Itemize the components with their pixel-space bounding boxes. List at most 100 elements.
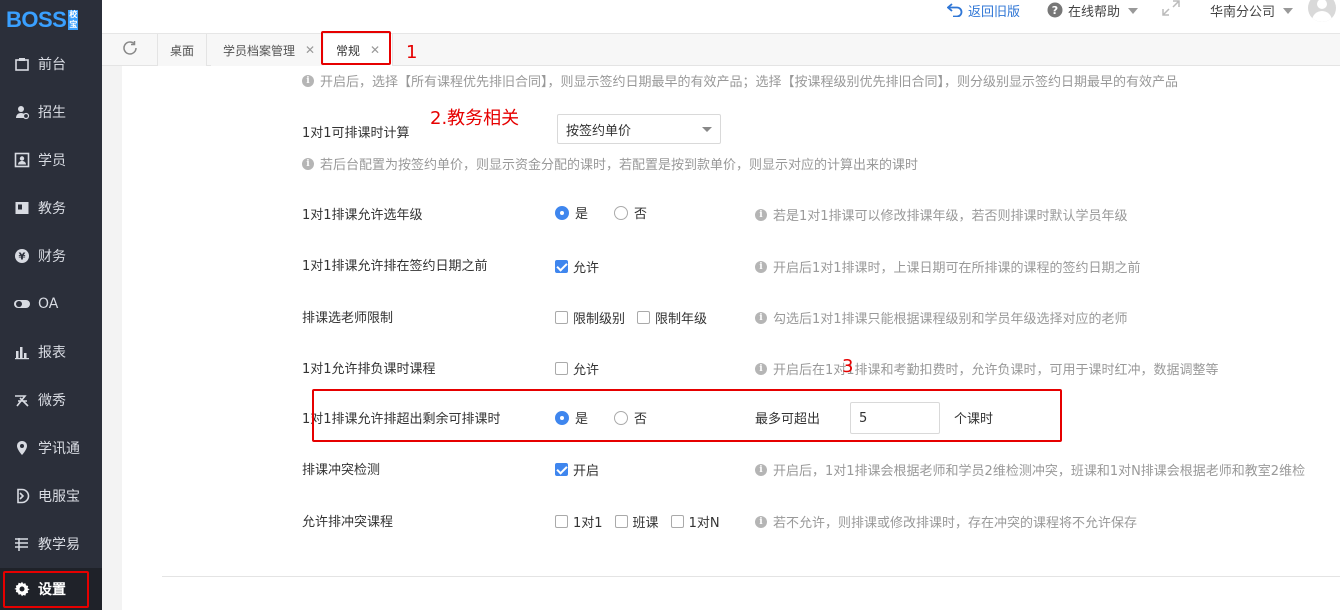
sidebar-item-label: 微秀 [38,393,66,409]
limit-grade-checkbox[interactable]: 限制年级 [637,308,707,327]
limit-level-checkbox[interactable]: 限制级别 [555,308,625,327]
select-value: 按签约单价 [566,123,632,139]
sidebar-item-enroll[interactable]: 招生 [0,88,102,136]
calc-select[interactable]: 按签约单价 [557,114,721,144]
before-sign-label: 1对1排课允许排在签约日期之前 [302,259,488,274]
sidebar-item-dianfubao[interactable]: 电服宝 [0,472,102,520]
fullscreen-button[interactable] [1162,0,1180,20]
sidebar-item-report[interactable]: 报表 [0,328,102,376]
tab-student-records[interactable]: 学员档案管理 ✕ [211,34,329,66]
checkbox-label: 允许 [573,261,600,276]
back-to-old-version-link[interactable]: 返回旧版 [947,0,1020,20]
phone-service-icon [12,486,32,506]
tab-label: 学员档案管理 [223,43,296,58]
svg-text:¥: ¥ [19,252,26,263]
sidebar-item-label: 报表 [38,345,66,361]
top-bar: 返回旧版 ? 在线帮助 华南分公司 [102,0,1340,34]
hint-text: 开启后，选择【所有课程优先排旧合同】，则显示签约日期最早的有效产品；选择【按课程… [320,75,1179,90]
conflict-checkbox[interactable]: 开启 [555,460,599,479]
hint-old-contract: i 开启后，选择【所有课程优先排旧合同】，则显示签约日期最早的有效产品；选择【按… [302,71,1178,90]
info-icon: i [302,74,314,87]
divider [162,576,1340,577]
sidebar-item-label: 财务 [38,249,66,265]
academic-icon [12,198,32,218]
radio-checked [555,205,569,220]
negative-checkbox[interactable]: 允许 [555,359,599,378]
allow-conflict-group: 1对1 班课 1对N [555,512,732,531]
close-icon[interactable]: ✕ [305,43,315,57]
sidebar-item-label: 招生 [38,105,66,121]
negative-label: 1对1允许排负课时课程 [302,362,436,377]
annotation-2: 2.教务相关 [430,108,520,129]
checkbox-label: 班课 [632,516,659,531]
allow-1vn-checkbox[interactable]: 1对N [670,512,720,531]
negative-group: 允许 [555,359,611,378]
allow-class-checkbox[interactable]: 班课 [614,512,659,531]
grade-no-radio[interactable]: 否 [614,203,647,222]
conflict-label: 排课冲突检测 [302,463,381,478]
expand-icon [1162,0,1180,20]
avatar-body [1312,11,1332,22]
location-pin-icon [12,438,32,458]
oa-toggle-icon [12,294,32,314]
sidebar-item-weixiu[interactable]: 微秀 [0,376,102,424]
sidebar-item-student[interactable]: 学员 [0,136,102,184]
sidebar-item-oa[interactable]: OA [0,280,102,328]
enroll-icon [12,102,32,122]
annotation-1: 1 [406,42,418,63]
checkbox-unchecked [555,362,568,375]
conflict-group: 开启 [555,460,611,479]
calc-label: 1对1可排课时计算 [302,126,410,141]
sidebar-item-label: 学讯通 [38,441,80,457]
sidebar-item-jiaoxueyi[interactable]: 教学易 [0,520,102,568]
hint-negative: i 开启后在1对1排课和考勤扣费时，允许负课时，可用于课时红冲，数据调整等 [755,359,1219,378]
info-icon: i [755,260,767,273]
tab-bar: 桌面 学员档案管理 ✕ 常规 ✕ [102,34,1340,66]
checkbox-unchecked [614,515,628,528]
hint-text: 开启后，1对1排课会根据老师和学员2维检测冲突，班课和1对N排课会根据老师和教室… [773,464,1306,479]
sidebar-item-label: 电服宝 [38,489,80,505]
sidebar-item-label: 教务 [38,201,66,217]
before-sign-checkbox[interactable]: 允许 [555,257,599,276]
checkbox-checked [555,463,568,476]
info-icon: i [755,362,767,375]
chevron-down-icon [1283,3,1294,18]
weixiu-icon [12,390,32,410]
student-icon [12,150,32,170]
front-desk-icon [12,54,32,74]
teacher-limit-label: 排课选老师限制 [302,311,394,326]
logo[interactable]: BOSS 校宝 [0,0,102,40]
grade-label: 1对1排课允许选年级 [302,208,423,223]
online-help-menu[interactable]: ? 在线帮助 [1047,0,1139,20]
grade-radio-group: 是 否 [555,203,659,222]
radio-unchecked [614,205,629,220]
hint-text: 开启后1对1排课时，上课日期可在所排课的课程的签约日期之前 [773,261,1141,276]
info-icon: i [755,515,767,528]
checkbox-label: 开启 [573,464,600,479]
sidebar-item-label: 教学易 [38,537,80,553]
sidebar-item-finance[interactable]: ¥ 财务 [0,232,102,280]
sidebar-item-academic[interactable]: 教务 [0,184,102,232]
annotation-box-exceed-row [312,389,1062,442]
refresh-button[interactable] [102,34,158,66]
avatar[interactable] [1308,0,1336,22]
hint-text: 若不允许，则排课或修改排课时，存在冲突的课程将不允许保存 [773,516,1138,531]
sidebar-item-label: OA [38,296,59,312]
sidebar-item-front-desk[interactable]: 前台 [0,40,102,88]
svg-text:?: ? [1052,4,1058,17]
checkbox-unchecked [637,311,651,324]
radio-label: 否 [634,207,648,222]
teacher-limit-group: 限制级别 限制年级 [555,308,719,327]
hint-allow-conflict: i 若不允许，则排课或修改排课时，存在冲突的课程将不允许保存 [755,512,1137,531]
checkbox-label: 限制级别 [573,312,626,327]
info-icon: i [755,311,767,324]
info-icon: i [755,463,767,476]
grade-yes-radio[interactable]: 是 [555,203,588,222]
tab-desktop[interactable]: 桌面 [158,34,208,66]
help-label: 在线帮助 [1068,4,1121,20]
branch-switcher[interactable]: 华南分公司 [1210,0,1294,20]
help-icon: ? [1047,2,1063,18]
sidebar-item-xuexuntong[interactable]: 学讯通 [0,424,102,472]
report-icon [12,342,32,362]
allow-1v1-checkbox[interactable]: 1对1 [555,512,603,531]
